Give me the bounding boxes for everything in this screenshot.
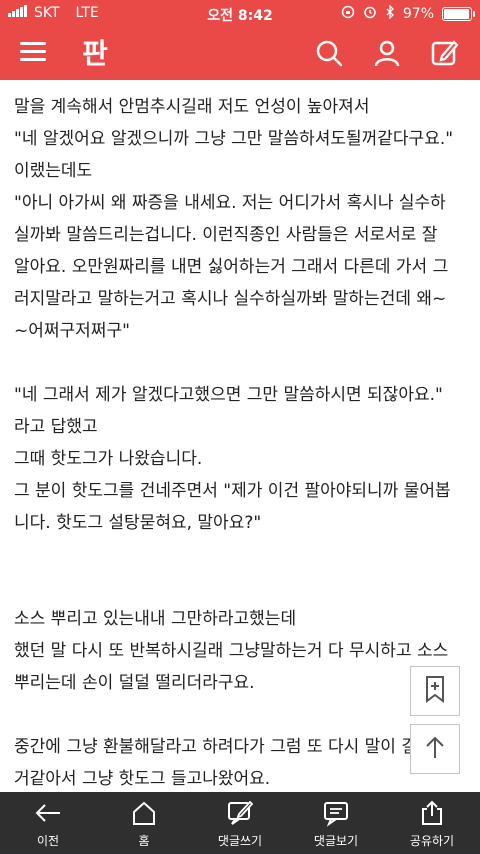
content-line: 그때 핫도그가 나왔습니다. [14, 449, 203, 469]
battery-icon [442, 7, 475, 21]
nav-write-comment-label: 댓글쓰기 [217, 834, 263, 848]
nav-back-label: 이전 [36, 834, 60, 848]
content-line: 알아요. 오만원짜리를 내면 싫어하는거 그래서 다른데 가서 그 [14, 257, 449, 277]
content-line: 라고 답했고 [14, 417, 98, 437]
nav-view-comments[interactable]: 댓글보기 [288, 792, 384, 854]
comment-icon [322, 799, 350, 832]
nav-view-comments-label: 댓글보기 [313, 834, 359, 848]
search-icon[interactable] [314, 38, 344, 72]
content-line: 실까봐 말씀드리는겁니다. 이런직종인 사람들은 서로서로 잘 [14, 225, 438, 245]
content-line: 말을 계속해서 안멈추시길래 저도 언성이 높아져서 [14, 97, 370, 117]
nav-back[interactable]: 이전 [0, 792, 96, 854]
arrow-up-icon [420, 732, 450, 766]
nav-share[interactable]: 공유하기 [384, 792, 480, 854]
content-line: ~어쩌구저쩌구" [14, 321, 130, 341]
content-line: 이랬는데도 [14, 161, 93, 181]
content-line: 했던 말 다시 또 반복하시길래 그냥말하는거 다 무시하고 소스 [14, 641, 449, 661]
bookmark-add-icon [420, 674, 450, 708]
content-line: 중간에 그냥 환불해달라고 하려다가 그럼 또 다시 말이 길어질 [14, 737, 449, 757]
alarm-icon [363, 5, 377, 23]
app-logo[interactable]: 판 [76, 34, 114, 70]
home-icon [130, 799, 158, 832]
content-line: "네 알겠어요 알겠으니까 그냥 그만 말씀하셔도될꺼같다구요." [14, 129, 454, 149]
menu-icon[interactable] [20, 42, 46, 62]
nav-share-label: 공유하기 [409, 834, 455, 848]
content-line: 거같아서 그냥 핫도그 들고나왔어요. [14, 769, 271, 789]
nav-home[interactable]: 홈 [96, 792, 192, 854]
content-line: "네 그래서 제가 알겠다고했으면 그만 말씀하시면 되잖아요." [14, 385, 443, 405]
content-line: "아니 아가씨 왜 짜증을 내세요. 저는 어디가서 혹시나 실수하 [14, 193, 446, 213]
content-line: 소스 뿌리고 있는내내 그만하라고했는데 [14, 609, 297, 629]
arrow-left-icon [34, 799, 62, 832]
content-line: 러지말라고 말하는거고 혹시나 실수하실까봐 말하는건데 왜~ [14, 289, 447, 309]
share-icon [418, 799, 446, 832]
scroll-top-button[interactable] [410, 724, 460, 774]
status-bar: SKT LTE 오전 8:42 97% [0, 0, 480, 28]
nav-write-comment[interactable]: 댓글쓰기 [192, 792, 288, 854]
content-line: 그 분이 핫도그를 건네주면서 "제가 이건 팔아야되니까 물어봅 [14, 481, 451, 501]
logo-text: 판 [82, 37, 108, 70]
content-line: 뿌리는데 손이 덜덜 떨리더라구요. [14, 673, 255, 693]
comment-write-icon [226, 799, 254, 832]
profile-icon[interactable] [372, 38, 402, 72]
bluetooth-icon [385, 4, 395, 23]
bottom-nav: 이전 홈 댓글쓰기 댓글보기 공유하기 [0, 792, 480, 854]
bookmark-button[interactable] [410, 666, 460, 716]
content-line: 니다. 핫도그 설탕묻혀요, 말아요?" [14, 513, 262, 533]
app-header: 판 [0, 28, 480, 80]
article-content: 말을 계속해서 안멈추시길래 저도 언성이 높아져서 "네 알겠어요 알겠으니까… [0, 80, 480, 792]
nav-home-label: 홈 [138, 834, 150, 848]
lock-rotation-icon [341, 5, 355, 23]
write-icon[interactable] [430, 38, 460, 72]
battery-percent: 97% [402, 6, 434, 22]
